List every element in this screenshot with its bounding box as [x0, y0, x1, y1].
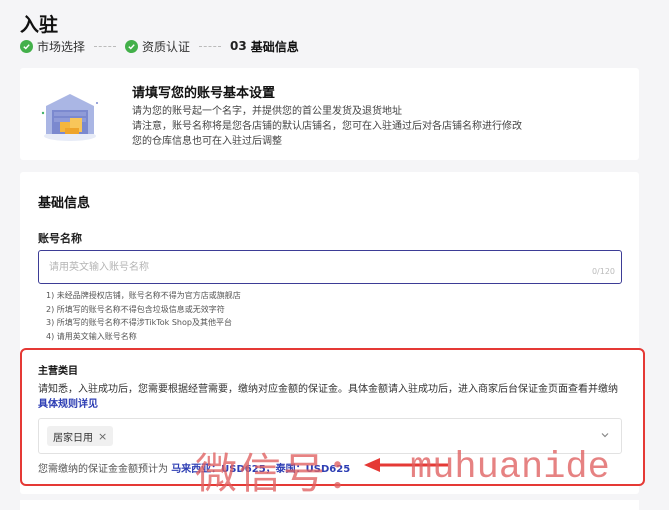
step-basic-info-label: 基础信息 [250, 39, 299, 54]
section-title: 基础信息 [38, 196, 91, 211]
step-market-label: 市场选择 [37, 39, 86, 54]
info-card: 请填写您的账号基本设置 请为您的账号起一个名字，并提供您的首公里发货及退货地址 … [20, 68, 639, 160]
step-qualification[interactable]: 资质认证 [125, 38, 190, 55]
account-name-input[interactable] [39, 251, 579, 283]
chevron-down-icon[interactable] [599, 429, 611, 441]
main-category-label: 主营类目 [38, 366, 78, 377]
rule-item: 3) 所填写的账号名称不得涉TikTok Shop及其他平台 [46, 318, 232, 327]
close-icon[interactable]: × [98, 430, 107, 443]
warehouse-illustration [41, 94, 98, 141]
info-line: 请注意，账号名称将是您各店铺的默认店铺名，您可在入驻通过后对各店铺名称进行修改 [132, 121, 522, 132]
category-tag-label: 居家日用 [53, 432, 93, 444]
step-market[interactable]: 市场选择 [20, 38, 85, 55]
info-line: 请为您的账号起一个名字，并提供您的首公里发货及退货地址 [132, 106, 402, 117]
deposit-notice-text: 请知悉，入驻成功后，您需要根据经营需要，缴纳对应金额的保证金。具体金额请入驻成功… [38, 384, 618, 395]
next-card-edge [20, 500, 639, 510]
rule-item: 4) 请用英文输入账号名称 [46, 331, 137, 341]
step-divider [94, 45, 117, 47]
char-counter: 0/120 [591, 267, 615, 276]
account-name-rules: 1) 未经品牌授权店铺，账号名称不得为官方店或旗舰店 2) 所填写的账号名称不得… [46, 289, 241, 343]
category-tag: 居家日用 × [47, 426, 114, 446]
check-icon [20, 39, 33, 53]
watermark-text: muhuanide [410, 447, 610, 489]
rules-detail-link[interactable]: 具体规则详见 [38, 399, 98, 410]
step-divider [199, 45, 222, 47]
info-title: 请填写您的账号基本设置 [132, 86, 276, 101]
deposit-notice: 请知悉，入驻成功后，您需要根据经营需要，缴纳对应金额的保证金。具体金额请入驻成功… [38, 382, 628, 412]
step-number: 03 [230, 39, 247, 53]
check-icon [125, 39, 139, 53]
step-basic-info: 03 基础信息 [230, 38, 299, 55]
watermark-text: 微信号： [195, 449, 372, 498]
deposit-prefix: 您需缴纳的保证金金额预计为 [38, 464, 168, 475]
account-name-label: 账号名称 [38, 232, 82, 245]
info-line: 您的仓库信息也可在入驻过后调整 [132, 136, 282, 147]
rule-item: 2) 所填写的账号名称不得包含垃圾信息或无效字符 [46, 304, 225, 314]
page-title: 入驻 [20, 14, 59, 36]
rule-item: 1) 未经品牌授权店铺，账号名称不得为官方店或旗舰店 [46, 291, 241, 300]
stepper: 市场选择 资质认证 03 基础信息 [20, 38, 299, 54]
step-qualification-label: 资质认证 [142, 39, 191, 54]
account-name-field[interactable]: 0/120 [38, 250, 622, 284]
